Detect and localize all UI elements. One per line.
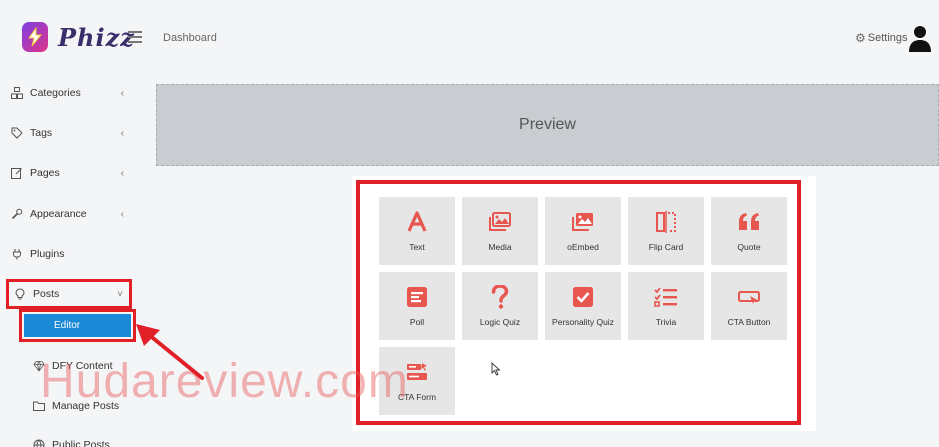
diamond-icon	[32, 359, 46, 373]
sidebar: Categories ‹ Tags ‹ Pages ‹ Appearance ‹…	[0, 76, 140, 447]
brand-name: Phizz	[58, 22, 135, 52]
globe-icon	[32, 438, 46, 447]
settings-link[interactable]: ⚙ Settings	[855, 31, 908, 45]
chevron-left-icon: ‹	[120, 208, 124, 220]
sidebar-item-label: Appearance	[30, 208, 87, 220]
sidebar-subitem-manage-posts[interactable]: Manage Posts	[32, 399, 119, 413]
sidebar-subitem-label: Public Posts	[52, 439, 110, 447]
chevron-down-icon: ˅	[117, 288, 123, 300]
sidebar-item-categories[interactable]: Categories ‹	[10, 81, 130, 105]
categories-icon	[10, 86, 24, 100]
breadcrumb[interactable]: Dashboard	[163, 32, 217, 44]
plug-icon	[10, 247, 24, 261]
sidebar-item-pages[interactable]: Pages ‹	[10, 161, 130, 185]
menu-toggle-icon[interactable]	[128, 31, 142, 43]
preview-label: Preview	[519, 116, 576, 133]
sidebar-subitem-dfy-content[interactable]: DFY Content	[32, 359, 113, 373]
sidebar-item-label: Posts	[33, 288, 60, 300]
sidebar-item-posts[interactable]: Posts ˅	[6, 279, 132, 309]
gear-icon: ⚙	[855, 31, 866, 45]
sidebar-subitem-editor[interactable]: Editor	[24, 314, 131, 337]
mouse-cursor-icon	[491, 362, 501, 376]
chevron-left-icon: ‹	[120, 87, 124, 99]
blocks-highlight	[356, 180, 801, 425]
annotation-arrow-icon	[136, 324, 204, 380]
chevron-left-icon: ‹	[120, 167, 124, 179]
edit-icon	[10, 166, 24, 180]
sidebar-item-appearance[interactable]: Appearance ‹	[10, 202, 130, 226]
settings-label: Settings	[867, 32, 908, 44]
tag-icon	[10, 126, 24, 140]
folder-icon	[32, 399, 46, 413]
sidebar-item-label: Pages	[30, 167, 60, 179]
sidebar-item-plugins[interactable]: Plugins	[10, 242, 130, 266]
sidebar-item-tags[interactable]: Tags ‹	[10, 121, 130, 145]
brand-logo[interactable]: Phizz	[22, 22, 135, 52]
chevron-left-icon: ‹	[120, 127, 124, 139]
phizz-logo-icon	[22, 22, 48, 52]
top-bar: Phizz Dashboard ⚙ Settings	[0, 0, 939, 76]
user-avatar-icon[interactable]	[908, 24, 932, 52]
sidebar-subitem-public-posts[interactable]: Public Posts	[32, 438, 110, 447]
sidebar-item-label: Categories	[30, 87, 81, 99]
sidebar-item-label: Tags	[30, 127, 53, 139]
sidebar-subitem-label: DFY Content	[52, 360, 113, 372]
preview-area: Preview	[156, 84, 939, 166]
lightbulb-icon	[13, 287, 27, 301]
sidebar-item-label: Plugins	[30, 248, 65, 260]
sidebar-subitem-label: Manage Posts	[52, 400, 120, 412]
wrench-icon	[10, 207, 24, 221]
editor-highlight: Editor	[19, 309, 136, 342]
